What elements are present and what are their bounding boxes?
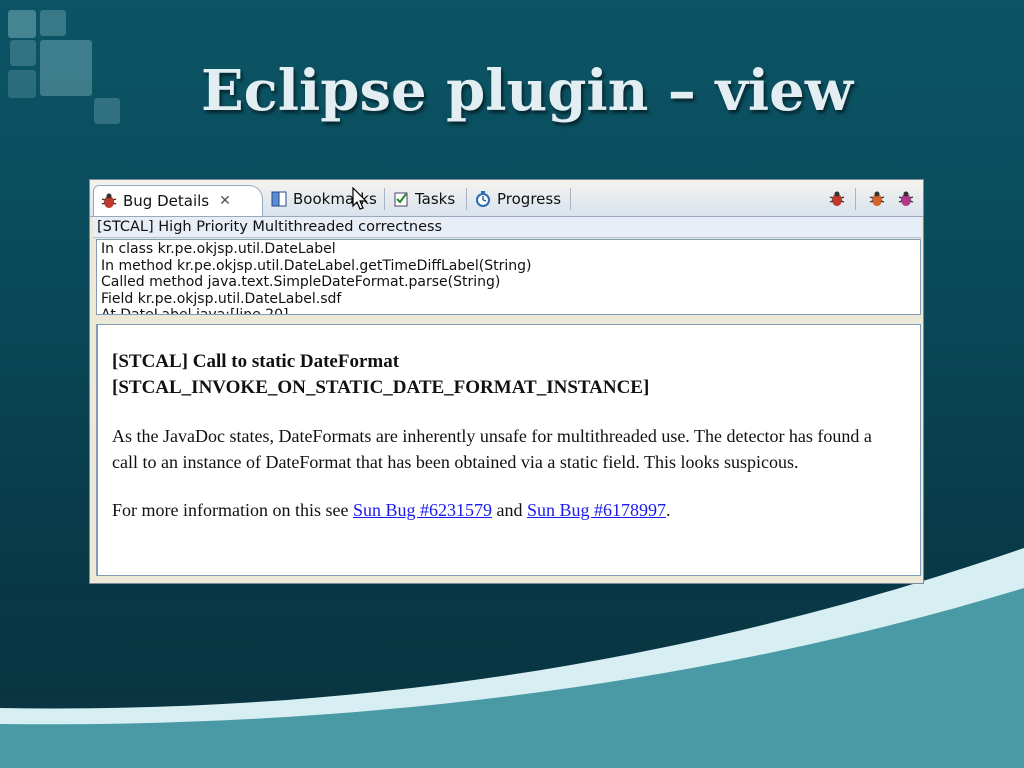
bug-toggle-icon[interactable] xyxy=(896,189,916,209)
decor-square xyxy=(8,10,36,38)
pane-splitter[interactable] xyxy=(90,316,923,324)
tab-label: Bug Details xyxy=(123,192,210,210)
tab-label: Progress xyxy=(497,190,562,208)
more-info-text: For more information on this see xyxy=(112,500,353,520)
detail-line[interactable]: At DateLabel.java:[line 20] xyxy=(101,307,916,314)
toolbar-separator xyxy=(855,188,856,210)
more-info-paragraph: For more information on this see Sun Bug… xyxy=(112,497,920,523)
close-icon[interactable]: ✕ xyxy=(219,193,231,209)
description-text: As the JavaDoc states, DateFormats are i… xyxy=(112,426,872,446)
tab-bug-details[interactable]: Bug Details ✕ xyxy=(93,185,263,216)
bug-filter-icon[interactable] xyxy=(867,189,887,209)
tab-separator xyxy=(384,188,385,210)
more-info-text: and xyxy=(492,500,527,520)
slide-title: Eclipse plugin – view xyxy=(200,58,854,124)
bug-details-list[interactable]: In class kr.pe.okjsp.util.DateLabel In m… xyxy=(96,239,921,315)
tab-progress[interactable]: Progress xyxy=(468,185,567,213)
tab-tasks[interactable]: Tasks xyxy=(386,185,461,213)
progress-icon xyxy=(476,191,490,207)
detail-line[interactable]: In method kr.pe.okjsp.util.DateLabel.get… xyxy=(101,258,916,275)
decor-square xyxy=(40,10,66,36)
bug-summary-bar: [STCAL] High Priority Multithreaded corr… xyxy=(93,217,921,238)
description-paragraph: As the JavaDoc states, DateFormats are i… xyxy=(112,423,920,475)
bug-icon[interactable] xyxy=(827,189,847,209)
detail-line[interactable]: Called method java.text.SimpleDateFormat… xyxy=(101,274,916,291)
tasks-icon xyxy=(394,192,408,207)
detail-line[interactable]: Field kr.pe.okjsp.util.DateLabel.sdf xyxy=(101,291,916,308)
view-tab-bar: Bug Details ✕ Bookmarks Tasks Progress xyxy=(90,180,923,217)
tab-separator xyxy=(570,188,571,210)
tab-label: Tasks xyxy=(415,190,456,208)
mouse-pointer-icon xyxy=(352,187,368,210)
bookmarks-icon xyxy=(271,191,287,207)
bug-description-pane: [STCAL] Call to static DateFormat [STCAL… xyxy=(96,324,921,576)
description-heading: [STCAL] Call to static DateFormat xyxy=(112,351,400,372)
tab-separator xyxy=(466,188,467,210)
bug-icon xyxy=(101,193,117,208)
description-pattern-id: [STCAL_INVOKE_ON_STATIC_DATE_FORMAT_INST… xyxy=(112,377,650,398)
sun-bug-link-1[interactable]: Sun Bug #6231579 xyxy=(353,500,492,520)
more-info-text: . xyxy=(666,500,671,520)
description-text: call to an instance of DateFormat that h… xyxy=(112,452,799,472)
detail-line[interactable]: In class kr.pe.okjsp.util.DateLabel xyxy=(101,241,916,258)
sun-bug-link-2[interactable]: Sun Bug #6178997 xyxy=(527,500,666,520)
bug-details-view: Bug Details ✕ Bookmarks Tasks Progress [… xyxy=(89,179,924,584)
